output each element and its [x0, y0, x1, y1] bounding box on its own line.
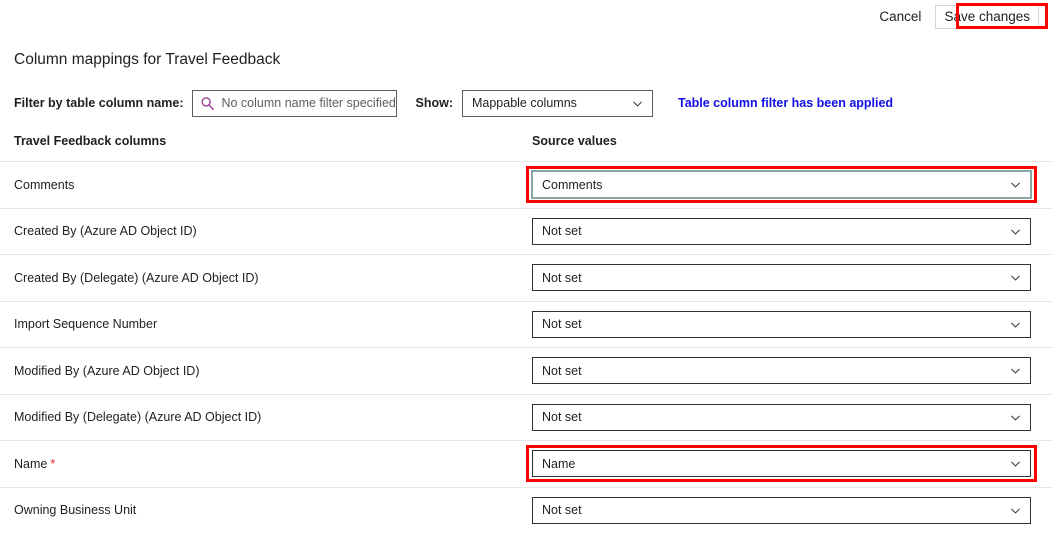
column-mapping-table: Comments Comments Created By (Azure AD Obj…: [0, 161, 1053, 533]
table-row: Comments Comments: [0, 161, 1053, 208]
show-label: Show:: [415, 96, 453, 110]
column-name-label: Name *: [14, 456, 56, 471]
source-value-dropdown[interactable]: Comments: [531, 170, 1032, 200]
chevron-down-icon: [633, 101, 642, 107]
table-column-headers: Travel Feedback columns Source values: [0, 133, 1053, 155]
header-source-values: Source values: [532, 134, 617, 148]
filter-toolbar: Filter by table column name: No column n…: [14, 89, 893, 117]
chevron-down-icon: [1011, 275, 1020, 281]
source-value-dropdown-value: Comments: [542, 177, 603, 192]
save-changes-button[interactable]: Save changes: [935, 5, 1039, 29]
filter-label: Filter by table column name:: [14, 96, 184, 110]
show-dropdown[interactable]: Mappable columns: [461, 89, 653, 117]
table-column-filter-applied-link[interactable]: Table column filter has been applied: [678, 96, 893, 110]
source-value-dropdown-value: Not set: [542, 224, 582, 239]
cancel-button[interactable]: Cancel: [870, 5, 930, 29]
show-dropdown-value: Mappable columns: [471, 96, 577, 110]
chevron-down-icon: [1011, 229, 1020, 235]
column-name-filter-placeholder: No column name filter specified: [221, 96, 396, 110]
source-value-dropdown[interactable]: Not set: [532, 310, 1031, 338]
column-name-label: Import Sequence Number: [14, 317, 158, 332]
source-value-dropdown[interactable]: Not set: [532, 264, 1031, 292]
chevron-down-icon: [1011, 322, 1020, 328]
chevron-down-icon: [1011, 415, 1020, 421]
table-row: Created By (Delegate) (Azure AD Object I…: [0, 254, 1053, 301]
search-icon: [202, 96, 215, 110]
column-name-label: Created By (Azure AD Object ID): [14, 224, 197, 239]
column-mappings-page: Cancel Save changes Column mappings for …: [0, 0, 1053, 541]
column-name-label: Modified By (Azure AD Object ID): [14, 363, 200, 378]
table-row: Modified By (Azure AD Object ID) Not set: [0, 347, 1053, 394]
source-value-dropdown-value: Not set: [542, 410, 582, 425]
required-field-asterisk: *: [50, 456, 56, 471]
table-row: Created By (Azure AD Object ID) Not set: [0, 207, 1053, 255]
table-row: Import Sequence Number Not set: [0, 300, 1053, 348]
command-bar: Cancel Save changes: [0, 0, 1053, 34]
column-name-label: Comments: [14, 177, 75, 192]
source-value-dropdown[interactable]: Not set: [532, 496, 1031, 524]
header-table-columns: Travel Feedback columns: [14, 134, 167, 148]
table-row: Owning Business Unit Not set: [0, 486, 1053, 534]
source-value-dropdown[interactable]: Not set: [532, 403, 1031, 431]
source-value-dropdown[interactable]: Not set: [532, 357, 1031, 385]
chevron-down-icon: [1011, 368, 1020, 374]
table-row: Name * Name: [0, 440, 1053, 487]
column-name-label: Owning Business Unit: [14, 503, 137, 518]
source-value-dropdown-value: Name: [542, 456, 576, 471]
chevron-down-icon: [1011, 461, 1020, 467]
source-value-dropdown-value: Not set: [542, 317, 582, 332]
chevron-down-icon: [1011, 182, 1020, 188]
column-name-label: Created By (Delegate) (Azure AD Object I…: [14, 270, 259, 285]
source-value-dropdown-value: Not set: [542, 503, 582, 518]
chevron-down-icon: [1011, 508, 1020, 514]
column-name-label: Modified By (Delegate) (Azure AD Object …: [14, 410, 262, 425]
column-name-filter-input[interactable]: No column name filter specified: [192, 89, 398, 117]
page-title: Column mappings for Travel Feedback: [14, 51, 281, 68]
source-value-dropdown-value: Not set: [542, 363, 582, 378]
source-value-dropdown[interactable]: Name: [532, 450, 1031, 478]
source-value-dropdown-value: Not set: [542, 270, 582, 285]
source-value-dropdown[interactable]: Not set: [532, 217, 1031, 245]
table-row: Modified By (Delegate) (Azure AD Object …: [0, 393, 1053, 441]
